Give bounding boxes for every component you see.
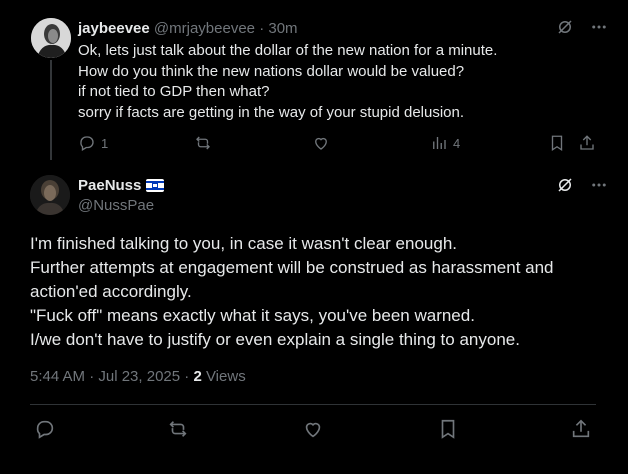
reply-tweet-actions: 1 4 xyxy=(78,134,598,154)
text-line: I'm finished talking to you, in case it … xyxy=(30,234,458,253)
like-icon xyxy=(312,134,330,152)
reply-tweet-top-icons xyxy=(556,18,608,36)
avatar[interactable] xyxy=(31,18,71,58)
reply-tweet-header: jaybeevee @mrjaybeevee · 30m xyxy=(78,20,298,37)
views-count: 2 xyxy=(193,368,202,385)
main-tweet-header: PaeNuss @NussPae xyxy=(78,177,165,214)
text-line: Ok, lets just talk about the dollar of t… xyxy=(78,42,498,59)
share-icon[interactable] xyxy=(570,418,592,440)
main-tweet-text: I'm finished talking to you, in case it … xyxy=(30,232,554,352)
views-icon xyxy=(430,134,448,152)
more-icon[interactable] xyxy=(590,18,608,36)
bookmark-icon xyxy=(548,134,566,152)
views-label: Views xyxy=(201,368,246,385)
reply-icon xyxy=(78,134,96,152)
text-line: How do you think the new nations dollar … xyxy=(78,62,465,80)
more-icon[interactable] xyxy=(590,176,608,194)
retweet-icon[interactable] xyxy=(166,418,190,440)
reply-button[interactable]: 1 xyxy=(78,134,108,152)
handle[interactable]: @NussPae xyxy=(78,197,164,214)
grok-icon[interactable] xyxy=(556,18,574,36)
reply-count: 1 xyxy=(101,135,109,151)
tweet-timestamp: 5:44 AM · Jul 23, 2025 · 2 Views xyxy=(30,368,246,385)
text-line: sorry if facts are getting in the way of… xyxy=(78,103,465,121)
reply-icon[interactable] xyxy=(34,418,56,440)
text-line: I/we don't have to justify or even expla… xyxy=(30,330,520,349)
grok-icon[interactable] xyxy=(556,176,574,194)
main-tweet-top-icons xyxy=(556,176,608,194)
bookmark-icon[interactable] xyxy=(437,418,459,440)
text-line: Further attempts at engagement will be c… xyxy=(30,258,554,277)
reply-tweet[interactable]: jaybeevee @mrjaybeevee · 30m Ok, lets ju… xyxy=(0,0,628,170)
share-icon xyxy=(578,134,596,152)
retweet-button[interactable] xyxy=(193,134,213,152)
display-name[interactable]: jaybeevee xyxy=(78,20,150,37)
israel-flag-icon xyxy=(146,179,165,192)
share-button[interactable] xyxy=(578,134,596,152)
display-name-row: PaeNuss xyxy=(78,177,165,194)
divider xyxy=(30,404,596,405)
text-line: action'ed accordingly. xyxy=(30,282,192,301)
retweet-icon xyxy=(193,134,213,152)
text-line: if not tied to GDP then what? xyxy=(78,83,270,100)
views-count: 4 xyxy=(453,135,461,151)
main-tweet-actions xyxy=(30,418,596,442)
display-name[interactable]: PaeNuss xyxy=(78,177,141,194)
avatar[interactable] xyxy=(30,175,70,215)
timestamp-text[interactable]: 5:44 AM · Jul 23, 2025 · xyxy=(30,368,193,385)
separator: · xyxy=(259,20,265,37)
like-icon[interactable] xyxy=(302,418,324,440)
like-button[interactable] xyxy=(312,134,330,152)
text-line: "Fuck off" means exactly what it says, y… xyxy=(30,306,475,325)
time[interactable]: 30m xyxy=(268,20,297,37)
reply-tweet-text: Ok, lets just talk about the dollar of t… xyxy=(78,41,497,123)
bookmark-button[interactable] xyxy=(548,134,566,152)
views-button[interactable]: 4 xyxy=(430,134,460,152)
handle[interactable]: @mrjaybeevee xyxy=(154,20,255,37)
